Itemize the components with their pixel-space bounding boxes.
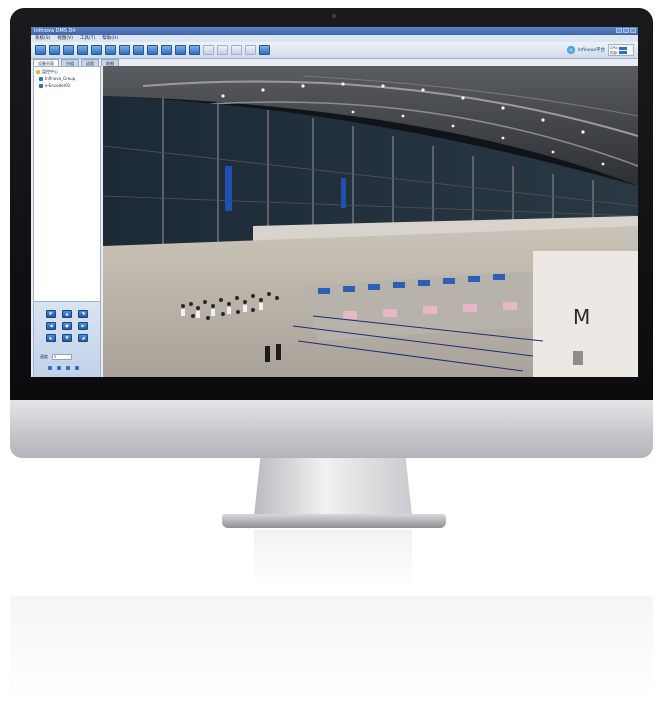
toolbar-button-1[interactable] <box>35 45 46 55</box>
toolbar: Infinova平台 CPU: 内存: <box>31 42 638 59</box>
toolbar-button-15[interactable] <box>231 45 242 55</box>
tree-item-label: 监控中心 <box>42 69 58 74</box>
platform-icon <box>566 46 575 54</box>
tree-item-label: e-Encoder01 <box>45 83 71 88</box>
tree-item-encoder[interactable]: e-Encoder01 <box>39 83 70 88</box>
memory-bar <box>619 51 628 54</box>
toolbar-button-4[interactable] <box>77 45 88 55</box>
ptz-up-right-button[interactable]: ◥ <box>78 310 88 318</box>
zoom-out-icon[interactable] <box>57 366 61 370</box>
status-area: Infinova平台 CPU: 内存: <box>566 44 634 56</box>
close-button[interactable] <box>630 28 636 33</box>
toolbar-buttons <box>35 45 270 55</box>
desk-reflection <box>10 596 653 720</box>
toolbar-button-3[interactable] <box>63 45 74 55</box>
menu-item-view[interactable]: 视图(V) <box>57 35 73 42</box>
webcam-dot <box>332 14 336 18</box>
toolbar-button-17[interactable] <box>259 45 270 55</box>
monitor-stand <box>254 458 412 516</box>
toolbar-button-11[interactable] <box>175 45 186 55</box>
stand-reflection <box>254 530 412 590</box>
app-title-bar: Infinova DMS Dir <box>31 27 638 35</box>
ptz-speed-row: 速度 5 <box>40 354 72 360</box>
ptz-extra-buttons <box>48 366 79 370</box>
sidebar-tabs: 设备列表 分组 远程 地图 <box>31 59 119 66</box>
toolbar-button-10[interactable] <box>161 45 172 55</box>
app-title: Infinova DMS Dir <box>34 28 76 34</box>
menu-item-help[interactable]: 帮助(H) <box>102 35 118 42</box>
speed-select[interactable]: 5 <box>52 354 72 360</box>
folder-icon <box>36 70 40 74</box>
iris-icon[interactable] <box>75 366 79 370</box>
memory-label: 内存: <box>610 50 619 55</box>
toolbar-button-2[interactable] <box>49 45 60 55</box>
tab-remote[interactable]: 远程 <box>81 59 99 66</box>
zoom-in-icon[interactable] <box>48 366 52 370</box>
monitor-chin <box>10 400 653 458</box>
tab-map[interactable]: 地图 <box>101 59 119 66</box>
camera-icon <box>39 76 43 81</box>
ptz-up-left-button[interactable]: ◤ <box>46 310 56 318</box>
menu-item-system[interactable]: 系统(S) <box>35 35 50 42</box>
ptz-direction-pad: ◤ ▲ ◥ ◀ ● ▶ ◣ ▼ ◢ <box>46 310 88 342</box>
ptz-down-right-button[interactable]: ◢ <box>78 334 88 342</box>
tree-item-root[interactable]: 监控中心 <box>36 69 58 75</box>
toolbar-button-7[interactable] <box>119 45 130 55</box>
ptz-left-button[interactable]: ◀ <box>46 322 56 330</box>
platform-status: Infinova平台 <box>577 48 605 53</box>
window-controls <box>616 28 636 33</box>
cpu-bar <box>619 46 628 50</box>
focus-icon[interactable] <box>66 366 70 370</box>
resource-panel: CPU: 内存: <box>608 44 634 56</box>
toolbar-button-5[interactable] <box>91 45 102 55</box>
camera-icon <box>39 83 43 88</box>
toolbar-button-9[interactable] <box>147 45 158 55</box>
maximize-button[interactable] <box>623 28 629 33</box>
monitor-foot <box>222 514 446 528</box>
video-viewer[interactable]: M <box>103 66 638 377</box>
gate-sign: M <box>573 305 590 329</box>
device-sidebar: 监控中心 Infinova_Group e-Encoder01 ◤ ▲ ◥ ◀ … <box>33 66 101 377</box>
tab-device-list[interactable]: 设备列表 <box>33 59 59 66</box>
airport-terminal-scene: M <box>103 66 638 377</box>
toolbar-button-8[interactable] <box>133 45 144 55</box>
ptz-right-button[interactable]: ▶ <box>78 322 88 330</box>
ptz-down-button[interactable]: ▼ <box>62 334 72 342</box>
cpu-label: CPU: <box>610 46 619 50</box>
toolbar-button-14[interactable] <box>217 45 228 55</box>
speed-label: 速度 <box>40 354 48 359</box>
toolbar-button-12[interactable] <box>189 45 200 55</box>
minimize-button[interactable] <box>616 28 622 33</box>
menu-bar: 系统(S) 视图(V) 工具(T) 帮助(H) <box>31 35 638 42</box>
monitor-screen: Infinova DMS Dir 系统(S) 视图(V) 工具(T) 帮助(H) <box>31 27 638 377</box>
tree-item-label: Infinova_Group <box>45 76 76 81</box>
tree-item-group[interactable]: Infinova_Group <box>39 76 75 81</box>
ptz-up-button[interactable]: ▲ <box>62 310 72 318</box>
tab-group[interactable]: 分组 <box>61 59 79 66</box>
toolbar-button-13[interactable] <box>203 45 214 55</box>
ptz-control-panel: ◤ ▲ ◥ ◀ ● ▶ ◣ ▼ ◢ 速度 5 <box>34 301 100 377</box>
toolbar-button-6[interactable] <box>105 45 116 55</box>
menu-item-tools[interactable]: 工具(T) <box>80 35 95 42</box>
toolbar-button-16[interactable] <box>245 45 256 55</box>
ptz-center-button[interactable]: ● <box>62 322 72 330</box>
ptz-down-left-button[interactable]: ◣ <box>46 334 56 342</box>
